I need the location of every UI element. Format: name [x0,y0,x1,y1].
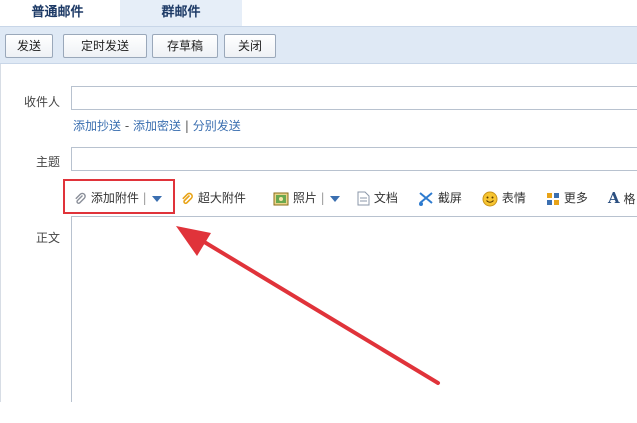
document-button[interactable]: 文档 [357,188,398,208]
large-attachment-button[interactable]: 超大附件 [180,188,246,208]
text-format-icon: A [608,189,620,207]
body-label: 正文 [35,231,60,245]
more-label: 更多 [563,191,588,205]
dash-separator: - [124,119,130,133]
bar-separator: | [184,119,189,133]
document-icon [357,191,370,206]
format-button[interactable]: A 格 [608,188,635,208]
document-label: 文档 [373,191,398,205]
recipient-input[interactable] [71,86,637,110]
tab-group-mail[interactable]: 群邮件 [120,0,242,26]
mail-type-tabs: 普通邮件 群邮件 [0,0,637,26]
add-bcc-link[interactable]: 添加密送 [133,119,181,133]
scissors-icon [418,191,434,206]
close-button[interactable]: 关闭 [224,34,276,58]
save-draft-button[interactable]: 存草稿 [152,34,218,58]
large-attachment-label: 超大附件 [197,191,246,205]
photo-icon [273,191,289,205]
message-body-editor[interactable] [71,216,637,402]
recipient-options: 添加抄送 - 添加密送 | 分别发送 [73,117,241,134]
tab-normal-mail[interactable]: 普通邮件 [0,0,115,26]
action-toolbar: 发送 定时发送 存草稿 关闭 [0,26,637,64]
photo-button[interactable]: 照片 | [273,188,341,208]
split-bar-photo: | [320,191,325,205]
subject-label: 主题 [35,155,60,169]
photo-label: 照片 [292,191,317,205]
add-cc-link[interactable]: 添加抄送 [73,119,121,133]
emoji-button[interactable]: 表情 [482,188,526,208]
subject-input[interactable] [71,147,637,171]
screenshot-label: 截屏 [437,191,462,205]
photo-caret-icon[interactable] [329,191,341,205]
highlight-box [63,179,175,214]
separate-send-link[interactable]: 分别发送 [193,119,241,133]
screenshot-button[interactable]: 截屏 [418,188,462,208]
recipient-label: 收件人 [23,95,60,109]
send-button[interactable]: 发送 [5,34,53,58]
scheduled-send-button[interactable]: 定时发送 [63,34,147,58]
more-button[interactable]: 更多 [546,188,588,208]
format-label: 格 [623,192,636,206]
grid-icon [546,191,560,205]
emoji-label: 表情 [501,191,526,205]
smiley-icon [482,191,498,206]
paperclip-orange-icon [180,191,194,205]
